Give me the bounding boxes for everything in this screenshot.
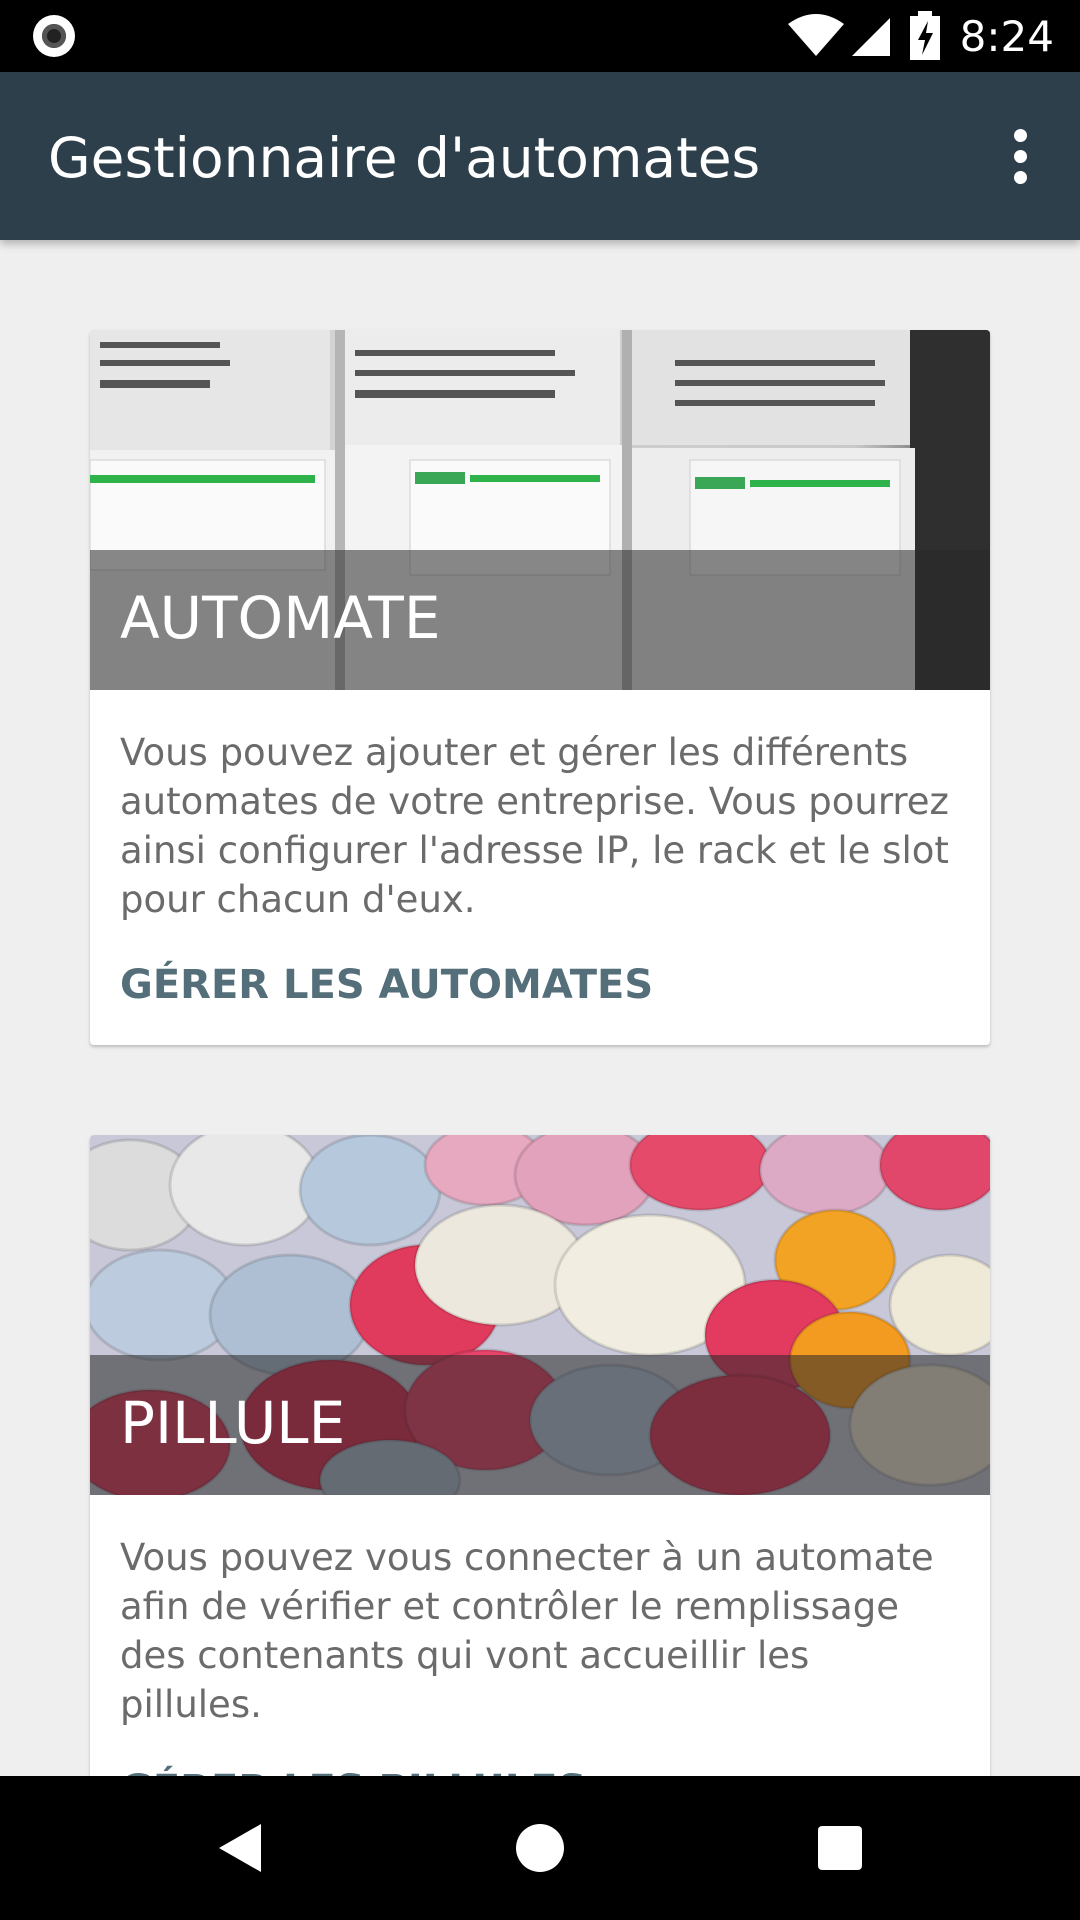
manage-automates-button[interactable]: GÉRER LES AUTOMATES	[120, 962, 990, 1008]
record-icon	[33, 15, 75, 57]
card-description: Vous pouvez vous connecter à un automate…	[120, 1536, 934, 1726]
home-icon	[516, 1824, 564, 1872]
app-title: Gestionnaire d'automates	[48, 126, 761, 190]
card-title: AUTOMATE	[120, 584, 441, 652]
card-description: Vous pouvez ajouter et gérer les différe…	[120, 731, 949, 921]
status-time: 8:24	[959, 11, 1054, 61]
overflow-menu-button[interactable]	[984, 120, 1056, 192]
card-automate: AUTOMATE Vous pouvez ajouter et gérer le…	[90, 330, 990, 1045]
back-icon	[219, 1824, 261, 1872]
card-title: PILLULE	[120, 1389, 346, 1457]
home-button[interactable]	[468, 1776, 612, 1920]
overflow-menu-icon-dot	[1013, 149, 1027, 163]
status-bar: 8:24	[0, 0, 1080, 72]
card-pillule: PILLULE Vous pouvez vous connecter à un …	[90, 1135, 990, 1835]
status-icons: 8:24	[786, 0, 1054, 72]
recents-icon	[818, 1826, 862, 1870]
navigation-bar	[0, 1776, 1080, 1920]
battery-charging-icon	[909, 11, 940, 60]
recents-button[interactable]	[768, 1776, 912, 1920]
wifi-icon	[787, 14, 844, 56]
app-bar: Gestionnaire d'automates	[0, 72, 1080, 240]
pills-image: PILLULE	[90, 1135, 990, 1495]
plc-modules-image: AUTOMATE	[90, 330, 990, 690]
overflow-menu-icon	[1013, 128, 1027, 142]
signal-icon	[851, 18, 890, 56]
back-button[interactable]	[168, 1776, 312, 1920]
overflow-menu-icon-dot	[1013, 170, 1027, 184]
screen: 8:24 Gestionnaire d'automates AUTOMATE V…	[0, 0, 1080, 1920]
